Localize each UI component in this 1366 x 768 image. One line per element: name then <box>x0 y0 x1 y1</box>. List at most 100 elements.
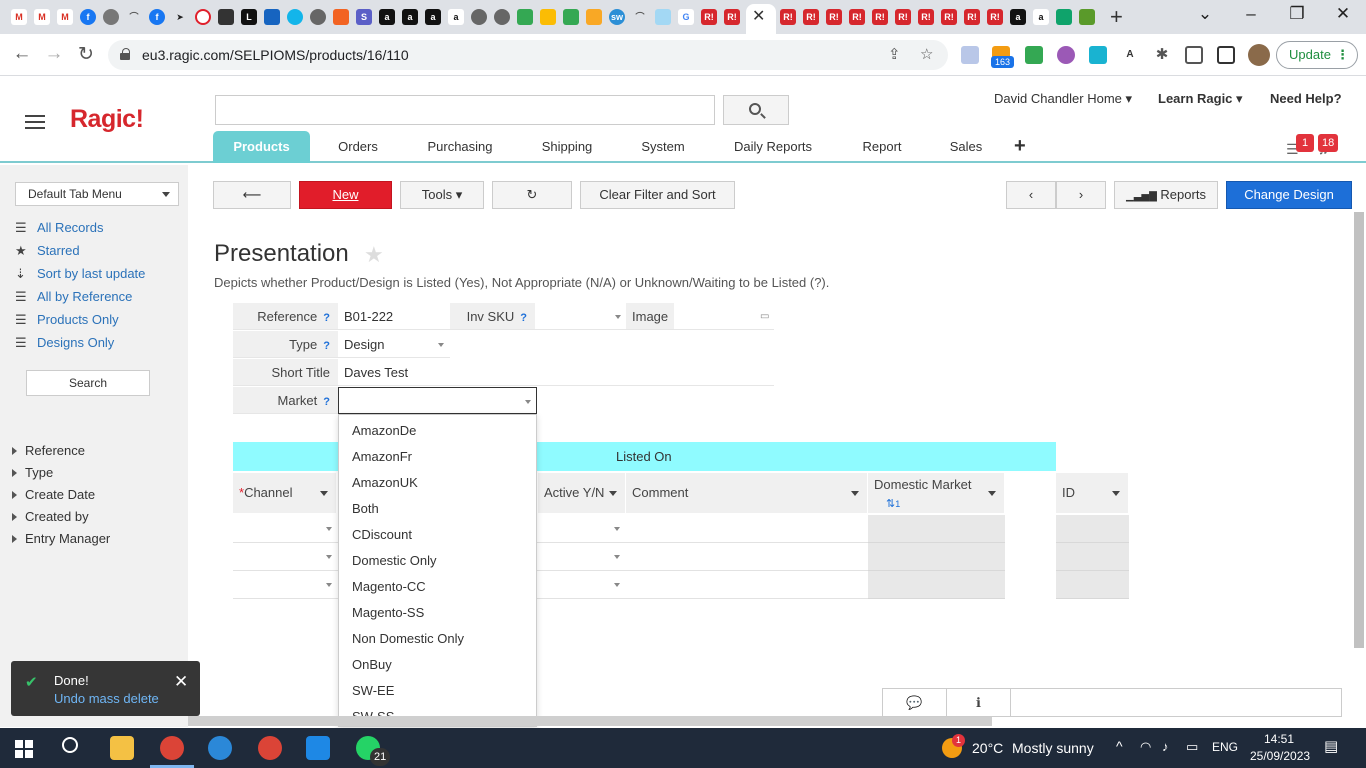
web-tab-icon[interactable] <box>218 9 234 25</box>
web-tab-icon[interactable] <box>310 9 326 25</box>
web-tab-icon[interactable] <box>103 9 119 25</box>
close-window-icon[interactable]: ✕ <box>1328 4 1358 24</box>
bookmark-star-icon[interactable]: ☆ <box>920 45 933 63</box>
sidebar-search-button[interactable]: Search <box>26 370 150 396</box>
close-icon[interactable]: ✕ <box>174 672 188 692</box>
tab-orders[interactable]: Orders <box>322 131 394 163</box>
ragic-logo[interactable]: Ragic! <box>70 105 144 134</box>
cloud-tab-icon[interactable] <box>655 9 671 25</box>
close-tab-icon[interactable]: ✕ <box>752 6 765 26</box>
extension-icon[interactable] <box>961 46 979 64</box>
battery-icon[interactable]: ▭ <box>1186 739 1198 755</box>
sw-tab-icon[interactable]: sw <box>609 9 625 25</box>
ragic-tab-icon[interactable]: R! <box>918 9 934 25</box>
facebook-tab-icon[interactable]: f <box>80 9 96 25</box>
weather-temp[interactable]: 20°C <box>972 740 1003 756</box>
add-tab-icon[interactable]: + <box>1014 135 1026 158</box>
facebook-tab-icon[interactable]: f <box>149 9 165 25</box>
cast-icon[interactable] <box>1185 46 1203 64</box>
side-panel-icon[interactable] <box>1217 46 1235 64</box>
dropdown-option[interactable]: Magento-SS <box>352 605 424 620</box>
lock-icon[interactable] <box>120 48 130 60</box>
dropdown-option[interactable]: Both <box>352 501 379 516</box>
previous-record-button[interactable]: ‹ <box>1006 181 1056 209</box>
market-select[interactable] <box>338 387 537 414</box>
ragic-tab-icon[interactable]: R! <box>872 9 888 25</box>
rainbow-tab-icon[interactable] <box>586 9 602 25</box>
gmail-tab-icon[interactable]: M <box>34 9 50 25</box>
comment-icon[interactable]: 💬 <box>883 689 947 716</box>
ragic-tab-icon[interactable]: R! <box>724 9 740 25</box>
vscode-icon[interactable] <box>306 736 330 760</box>
image-upload[interactable]: ▭ <box>674 303 774 330</box>
windows-start-icon[interactable] <box>15 740 33 758</box>
tab-search-icon[interactable]: ⌄ <box>1190 4 1220 24</box>
ragic-tab-icon[interactable]: R! <box>701 9 717 25</box>
view-starred[interactable]: ★ Starred <box>15 243 80 263</box>
info-icon[interactable]: ℹ <box>947 689 1011 716</box>
dropdown-option[interactable]: OnBuy <box>352 657 392 672</box>
file-explorer-icon[interactable] <box>110 736 134 760</box>
update-button[interactable]: Update ⋮ <box>1276 41 1358 69</box>
tab-shipping[interactable]: Shipping <box>532 131 602 163</box>
amazon-tab-icon[interactable]: a <box>448 9 464 25</box>
home-link[interactable]: David Chandler Home ▾ <box>994 91 1132 107</box>
dropdown-option[interactable]: CDiscount <box>352 527 412 542</box>
reports-button[interactable]: ▁▃▅▇ Reports <box>1114 181 1218 209</box>
sort-asc-icon[interactable]: ⇅1 <box>886 498 900 510</box>
amazon-tab-icon[interactable]: a <box>425 9 441 25</box>
text-extension-icon[interactable]: A <box>1121 46 1139 64</box>
web-tab-icon[interactable]: ⌒ <box>632 9 648 25</box>
trello-tab-icon[interactable] <box>1056 9 1072 25</box>
drive-extension-icon[interactable] <box>1025 46 1043 64</box>
amazon-tab-icon[interactable]: a <box>402 9 418 25</box>
dropdown-option[interactable]: Domestic Only <box>352 553 437 568</box>
tab-sales[interactable]: Sales <box>942 131 990 163</box>
type-select[interactable]: Design <box>338 331 450 358</box>
clear-filter-button[interactable]: Clear Filter and Sort <box>580 181 735 209</box>
refresh-button[interactable]: ↻ <box>492 181 572 209</box>
learn-ragic-link[interactable]: Learn Ragic ▾ <box>1158 91 1243 107</box>
new-tab-icon[interactable]: + <box>1110 4 1123 30</box>
wifi-icon[interactable]: ◠ <box>1140 739 1151 755</box>
web-tab-icon[interactable] <box>494 9 510 25</box>
ragic-tab-icon[interactable]: R! <box>803 9 819 25</box>
dropdown-option[interactable]: AmazonUK <box>352 475 418 490</box>
xero-tab-icon[interactable] <box>287 9 303 25</box>
send-tab-icon[interactable]: ➤ <box>172 9 188 25</box>
web-tab-icon[interactable]: ⌒ <box>126 9 142 25</box>
clock-time[interactable]: 14:51 <box>1264 732 1294 746</box>
col-active[interactable]: Active Y/N <box>538 473 626 513</box>
horizontal-scrollbar[interactable] <box>188 716 992 726</box>
forward-icon[interactable]: → <box>41 43 67 65</box>
volume-icon[interactable]: ♪ <box>1162 739 1169 754</box>
table-row[interactable] <box>233 515 868 543</box>
more-menu-icon[interactable]: ⋮ <box>1336 42 1349 68</box>
global-search-button[interactable] <box>723 95 789 125</box>
tab-menu-select[interactable]: Default Tab Menu <box>15 182 179 206</box>
amazon-tab-icon[interactable]: a <box>379 9 395 25</box>
vertical-scrollbar[interactable] <box>1354 212 1364 648</box>
drive-tab-icon[interactable] <box>517 9 533 25</box>
l-tab-icon[interactable]: L <box>241 9 257 25</box>
chrome-icon[interactable] <box>160 736 184 760</box>
s-tab-icon[interactable]: S <box>356 9 372 25</box>
tools-button[interactable]: Tools ▾ <box>400 181 484 209</box>
change-design-button[interactable]: Change Design <box>1226 181 1352 209</box>
tab-products[interactable]: Products <box>213 131 310 163</box>
reference-value[interactable]: B01-222 <box>338 303 450 330</box>
share-icon[interactable]: ⇪ <box>888 45 901 63</box>
opera-tab-icon[interactable] <box>195 9 211 25</box>
col-comment[interactable]: Comment <box>626 473 868 513</box>
colorful-extension-icon[interactable] <box>1057 46 1075 64</box>
ragic-tab-icon[interactable]: R! <box>941 9 957 25</box>
help-icon[interactable]: ? <box>323 340 330 352</box>
clock-date[interactable]: 25/09/2023 <box>1250 749 1310 763</box>
view-designs-only[interactable]: ☰ Designs Only <box>15 335 114 355</box>
ragic-tab-icon[interactable]: R! <box>987 9 1003 25</box>
reload-icon[interactable]: ↻ <box>73 43 99 66</box>
drive-tab-icon[interactable] <box>540 9 556 25</box>
help-icon[interactable]: ? <box>520 312 527 324</box>
filter-field-created-by[interactable]: Created by <box>12 509 89 524</box>
drive-tab-icon[interactable] <box>563 9 579 25</box>
